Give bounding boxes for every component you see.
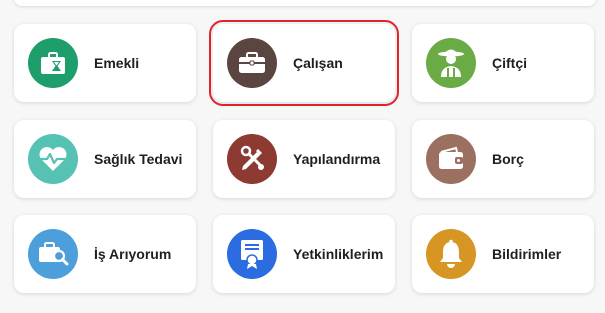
card-label: Borç: [492, 151, 524, 167]
card-label: Çalışan: [293, 55, 343, 71]
card-label: Emekli: [94, 55, 140, 71]
card-label: Yetkinliklerim: [293, 246, 384, 262]
job-search-icon: [28, 229, 78, 279]
card-label: İş Arıyorum: [94, 246, 172, 262]
retiree-briefcase-hourglass-icon: [28, 38, 78, 88]
briefcase-icon: [227, 38, 277, 88]
card-is-ariyorum[interactable]: İş Arıyorum: [14, 215, 196, 293]
card-ciftci[interactable]: Çiftçi: [412, 24, 594, 102]
wallet-icon: [426, 134, 476, 184]
card-label: Çiftçi: [492, 55, 527, 71]
pencil-wrench-icon: [227, 134, 277, 184]
card-label: Sağlık Tedavi: [94, 151, 183, 167]
heart-pulse-icon: [28, 134, 78, 184]
card-bildirimler[interactable]: Bildirimler: [412, 215, 594, 293]
card-yetkinliklerim[interactable]: Yetkinliklerim: [213, 215, 395, 293]
farmer-icon: [426, 38, 476, 88]
card-borc[interactable]: Borç: [412, 120, 594, 198]
card-label: Yapılandırma: [293, 151, 381, 167]
card-calisan[interactable]: Çalışan: [209, 20, 399, 106]
top-card-edge: [14, 0, 596, 6]
card-emekli[interactable]: Emekli: [14, 24, 196, 102]
card-label: Bildirimler: [492, 246, 562, 262]
card-yapilandirma[interactable]: Yapılandırma: [213, 120, 395, 198]
bell-icon: [426, 229, 476, 279]
certificate-icon: [227, 229, 277, 279]
card-saglik-tedavi[interactable]: Sağlık Tedavi: [14, 120, 196, 198]
